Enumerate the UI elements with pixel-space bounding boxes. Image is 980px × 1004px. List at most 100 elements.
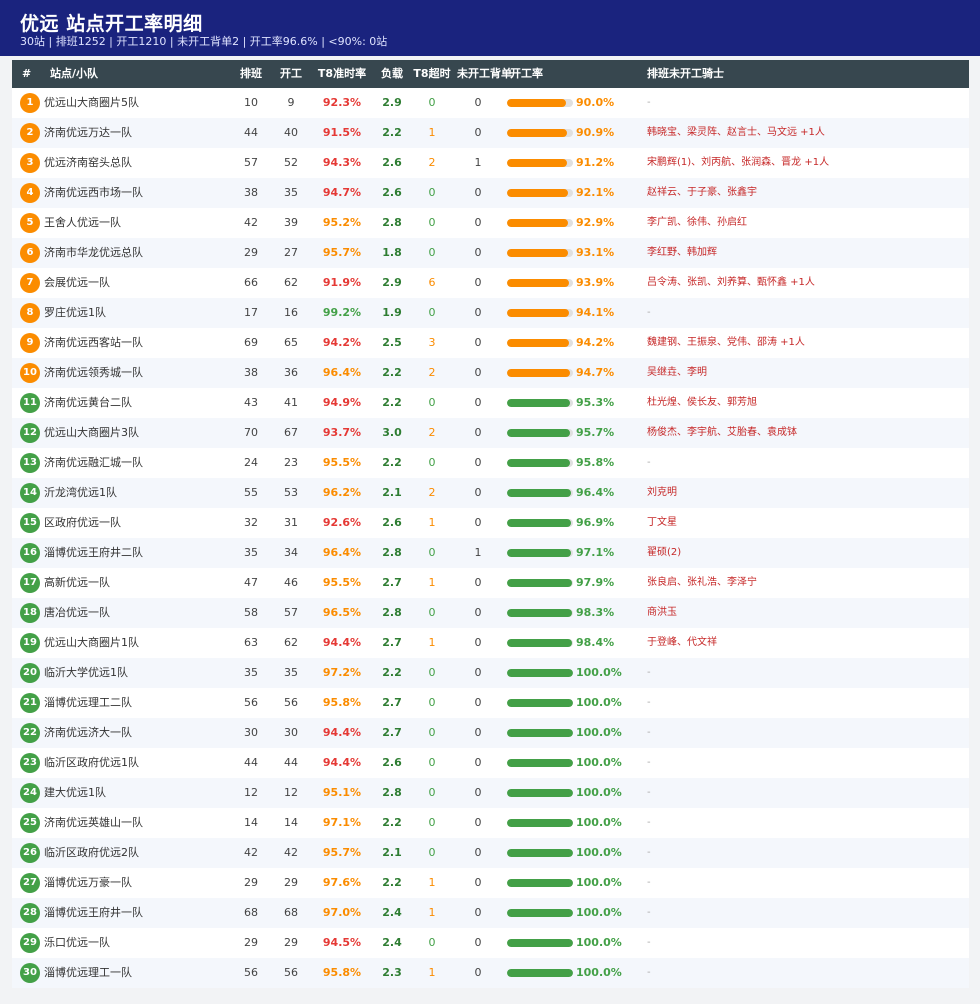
- start-rate-bar-fill: [507, 489, 571, 497]
- start-rate-bar: [507, 159, 573, 167]
- t8-overtime: 1: [428, 576, 436, 589]
- started-count: 52: [284, 156, 298, 169]
- table-row[interactable]: 9 济南优远西客站一队 69 65 94.2% 2.5 3 0 94.2% 魏建钢、王振泉、党伟、…: [12, 328, 969, 358]
- rank-badge: 14: [20, 483, 40, 503]
- unstarted-riders: 刘克明: [647, 487, 677, 498]
- rank-badge: 26: [20, 843, 40, 863]
- rank-badge: 21: [20, 693, 40, 713]
- unstarted-orders: 0: [474, 186, 482, 199]
- unstarted-orders: 0: [474, 426, 482, 439]
- table-row[interactable]: 12 优远山大商圈片3队 70 67 93.7% 3.0 2 0 95.7% 杨俊杰、李宇航、艾胎…: [12, 418, 969, 448]
- station-name: 临沂大学优远1队: [44, 666, 128, 679]
- load-value: 1.9: [382, 306, 402, 319]
- table-row[interactable]: 2 济南优远万达一队 44 40 91.5% 2.2 1 0 90.9% 韩晓宝、梁灵阵、赵言士、…: [12, 118, 969, 148]
- table-row[interactable]: 28 淄博优远王府井一队 68 68 97.0% 2.4 1 0 100.0% -: [12, 898, 969, 928]
- started-count: 57: [284, 606, 298, 619]
- table-row[interactable]: 23 临沂区政府优远1队 44 44 94.4% 2.6 0 0 100.0% -: [12, 748, 969, 778]
- col-unstarted-riders: 排班未开工骑士: [647, 67, 724, 80]
- table-row[interactable]: 18 唐冶优远一队 58 57 96.5% 2.8 0 0 98.3% 商洪玉: [12, 598, 969, 628]
- start-rate-bar: [507, 669, 573, 677]
- station-name: 济南优远英雄山一队: [44, 816, 143, 829]
- t8-overtime: 0: [428, 846, 436, 859]
- unstarted-riders: 丁文星: [647, 517, 677, 528]
- started-count: 46: [284, 576, 298, 589]
- table-row[interactable]: 3 优远济南窑头总队 57 52 94.3% 2.6 2 1 91.2% 宋鹏辉(1)、刘丙航、张…: [12, 148, 969, 178]
- table-row[interactable]: 22 济南优远济大一队 30 30 94.4% 2.7 0 0 100.0% -: [12, 718, 969, 748]
- t8-overtime: 0: [428, 96, 436, 109]
- table-row[interactable]: 1 优远山大商圈片5队 10 9 92.3% 2.9 0 0 90.0% -: [12, 88, 969, 118]
- scheduled-count: 12: [244, 786, 258, 799]
- unstarted-riders: -: [647, 877, 651, 888]
- start-rate-bar: [507, 609, 573, 617]
- start-rate-bar: [507, 189, 573, 197]
- table-row[interactable]: 14 沂龙湾优远1队 55 53 96.2% 2.1 2 0 96.4% 刘克明: [12, 478, 969, 508]
- table-row[interactable]: 20 临沂大学优远1队 35 35 97.2% 2.2 0 0 100.0% -: [12, 658, 969, 688]
- scheduled-count: 44: [244, 756, 258, 769]
- started-count: 68: [284, 906, 298, 919]
- scheduled-count: 38: [244, 186, 258, 199]
- t8-rate: 97.2%: [322, 666, 362, 679]
- table-row[interactable]: 21 淄博优远理工二队 56 56 95.8% 2.7 0 0 100.0% -: [12, 688, 969, 718]
- load-value: 2.4: [382, 906, 402, 919]
- table-row[interactable]: 8 罗庄优远1队 17 16 99.2% 1.9 0 0 94.1% -: [12, 298, 969, 328]
- table-row[interactable]: 13 济南优远融汇城一队 24 23 95.5% 2.2 0 0 95.8% -: [12, 448, 969, 478]
- table-row[interactable]: 29 泺口优远一队 29 29 94.5% 2.4 0 0 100.0% -: [12, 928, 969, 958]
- start-rate-bar: [507, 639, 573, 647]
- unstarted-orders: 0: [474, 366, 482, 379]
- table-row[interactable]: 11 济南优远黄台二队 43 41 94.9% 2.2 0 0 95.3% 杜光煌、侯长友、郭芳旭: [12, 388, 969, 418]
- unstarted-riders: 宋鹏辉(1)、刘丙航、张润森、晋龙 +1人: [647, 157, 830, 168]
- scheduled-count: 70: [244, 426, 258, 439]
- unstarted-riders: 李红野、韩加辉: [647, 247, 717, 258]
- t8-overtime: 2: [428, 426, 436, 439]
- started-count: 14: [284, 816, 298, 829]
- unstarted-orders: 0: [474, 216, 482, 229]
- table-row[interactable]: 10 济南优远领秀城一队 38 36 96.4% 2.2 2 0 94.7% 吴继垚、李明: [12, 358, 969, 388]
- t8-rate: 97.6%: [322, 876, 362, 889]
- started-count: 56: [284, 966, 298, 979]
- table-row[interactable]: 16 淄博优远王府井二队 35 34 96.4% 2.8 0 1 97.1% 翟硕(2): [12, 538, 969, 568]
- t8-overtime: 0: [428, 456, 436, 469]
- start-rate: 94.1%: [576, 306, 615, 319]
- station-name: 优远山大商圈片3队: [44, 426, 139, 439]
- scheduled-count: 29: [244, 876, 258, 889]
- table-row[interactable]: 30 淄博优远理工一队 56 56 95.8% 2.3 1 0 100.0% -: [12, 958, 969, 988]
- table-row[interactable]: 25 济南优远英雄山一队 14 14 97.1% 2.2 0 0 100.0% -: [12, 808, 969, 838]
- scheduled-count: 32: [244, 516, 258, 529]
- rank-badge: 24: [20, 783, 40, 803]
- unstarted-riders: 吕令涛、张凯、刘养算、甄怀鑫 +1人: [647, 277, 815, 288]
- table-row[interactable]: 6 济南市华龙优远总队 29 27 95.7% 1.8 0 0 93.1% 李红野、韩加辉: [12, 238, 969, 268]
- table-row[interactable]: 7 会展优远一队 66 62 91.9% 2.9 6 0 93.9% 吕令涛、张凯、刘养算、甄怀鑫…: [12, 268, 969, 298]
- table-row[interactable]: 26 临沂区政府优远2队 42 42 95.7% 2.1 0 0 100.0% -: [12, 838, 969, 868]
- station-name: 济南优远融汇城一队: [44, 456, 143, 469]
- t8-rate: 91.9%: [322, 276, 362, 289]
- station-name: 淄博优远理工一队: [44, 966, 132, 979]
- unstarted-orders: 0: [474, 246, 482, 259]
- station-name: 优远济南窑头总队: [44, 156, 132, 169]
- t8-overtime: 1: [428, 126, 436, 139]
- table-row[interactable]: 15 区政府优远一队 32 31 92.6% 2.6 1 0 96.9% 丁文星: [12, 508, 969, 538]
- t8-rate: 95.8%: [322, 696, 362, 709]
- started-count: 12: [284, 786, 298, 799]
- table-row[interactable]: 19 优远山大商圈片1队 63 62 94.4% 2.7 1 0 98.4% 于登峰、代文祥: [12, 628, 969, 658]
- unstarted-orders: 0: [474, 726, 482, 739]
- start-rate-bar-fill: [507, 249, 569, 257]
- unstarted-orders: 0: [474, 126, 482, 139]
- start-rate: 90.9%: [576, 126, 615, 139]
- t8-rate: 97.1%: [322, 816, 362, 829]
- table-row[interactable]: 27 淄博优远万豪一队 29 29 97.6% 2.2 1 0 100.0% -: [12, 868, 969, 898]
- t8-overtime: 0: [428, 606, 436, 619]
- table-row[interactable]: 24 建大优远1队 12 12 95.1% 2.8 0 0 100.0% -: [12, 778, 969, 808]
- t8-overtime: 2: [428, 486, 436, 499]
- start-rate-bar: [507, 309, 573, 317]
- table-row[interactable]: 5 王舍人优远一队 42 39 95.2% 2.8 0 0 92.9% 李广凯、徐伟、孙启红: [12, 208, 969, 238]
- table-row[interactable]: 4 济南优远西市场一队 38 35 94.7% 2.6 0 0 92.1% 赵祥云、于子豪、张鑫宇: [12, 178, 969, 208]
- start-rate: 100.0%: [576, 876, 622, 889]
- rank-badge: 13: [20, 453, 40, 473]
- start-rate-bar: [507, 399, 573, 407]
- start-rate: 100.0%: [576, 936, 622, 949]
- t8-rate: 94.9%: [322, 396, 362, 409]
- table-row[interactable]: 17 高新优远一队 47 46 95.5% 2.7 1 0 97.9% 张良启、张礼浩、李泽宁: [12, 568, 969, 598]
- unstarted-orders: 0: [474, 456, 482, 469]
- start-rate-bar: [507, 579, 573, 587]
- t8-rate: 94.7%: [322, 186, 362, 199]
